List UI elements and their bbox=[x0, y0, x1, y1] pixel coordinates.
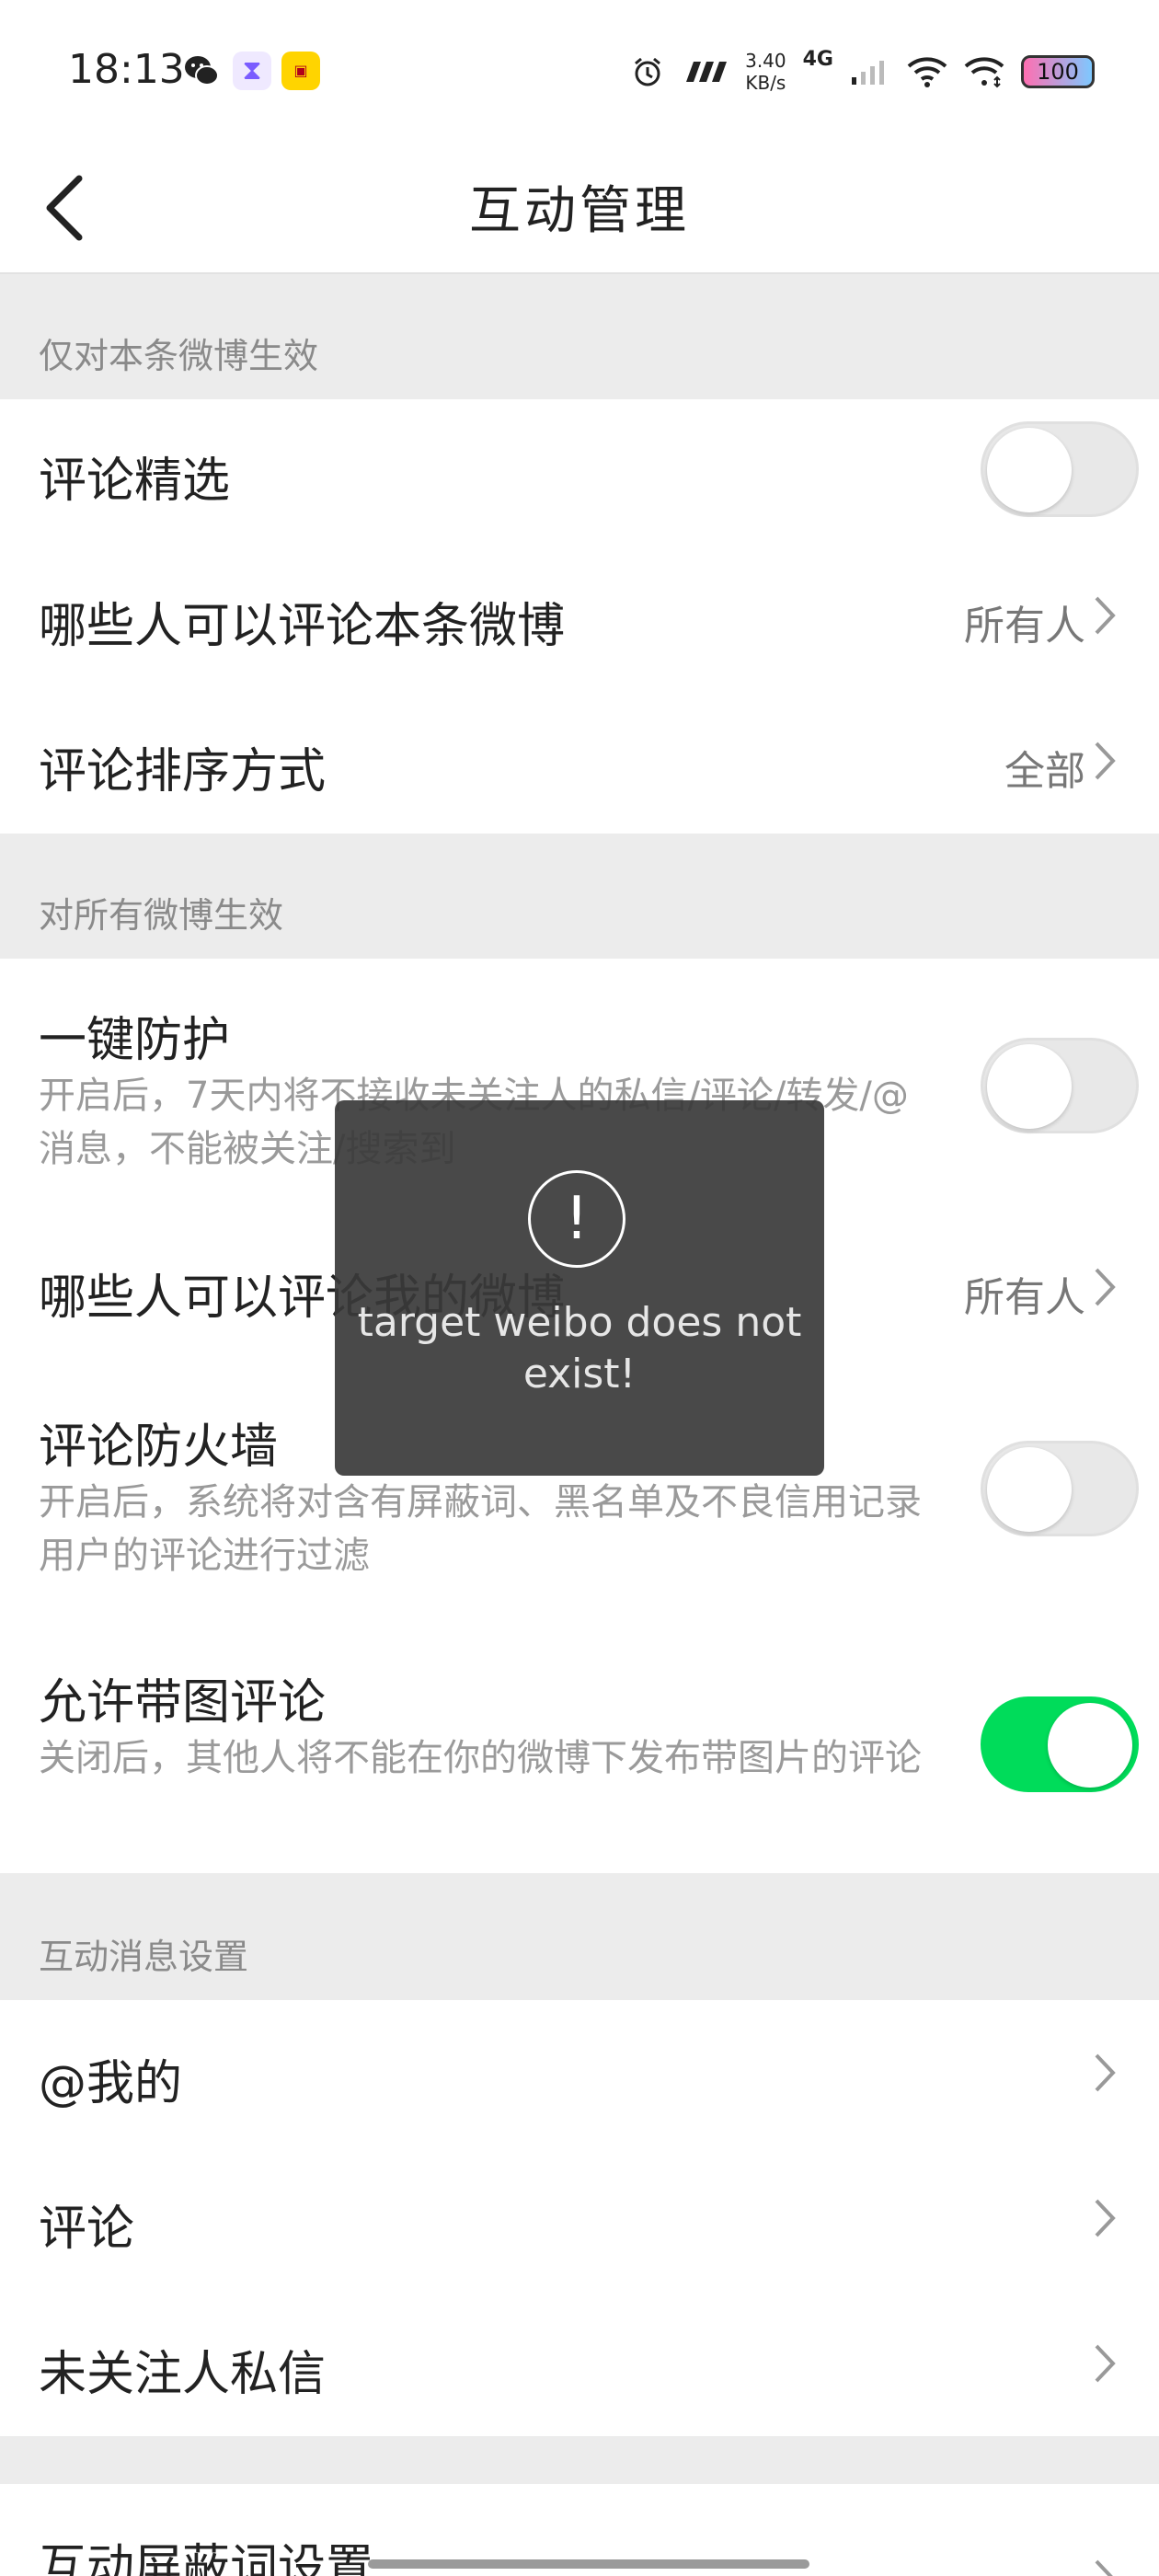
section-label-interaction-msgs: 互动消息设置 bbox=[39, 1937, 249, 1977]
timer-icon: ⧗ bbox=[233, 52, 271, 90]
status-right: 3.40 KB/s 4G 100 bbox=[631, 44, 1095, 99]
row-title: @我的 bbox=[39, 2056, 183, 2111]
ticket-icon: ▣ bbox=[281, 52, 320, 90]
toggle-knob bbox=[987, 1447, 1072, 1532]
chevron-right-icon bbox=[1095, 596, 1116, 635]
status-time: 18:13 bbox=[68, 46, 185, 93]
interaction-management-screen: 18:13 ⧗ ▣ 3.40 KB/s 4G 100 互动管理 仅对本条微博生效… bbox=[0, 0, 1159, 2576]
wifi-2-icon bbox=[964, 57, 1004, 88]
wifi-icon bbox=[907, 57, 947, 87]
row-desc: 关闭后，其他人将不能在你的微博下发布带图片的评论 bbox=[39, 1737, 922, 1779]
chevron-right-icon bbox=[1095, 742, 1116, 780]
carrier-icon bbox=[686, 62, 728, 82]
toggle-knob bbox=[1048, 1703, 1132, 1788]
toast-message: target weibo does not exist! bbox=[357, 1299, 802, 1397]
page-title: 互动管理 bbox=[469, 181, 690, 241]
nav-header: 互动管理 bbox=[0, 138, 1159, 274]
row-allow-image-comment: 允许带图评论 关闭后，其他人将不能在你的微博下发布带图片的评论 bbox=[0, 1617, 1159, 1873]
row-title: 评论排序方式 bbox=[39, 744, 327, 799]
network-speed-unit: KB/s bbox=[745, 72, 786, 94]
row-comments[interactable]: 评论 bbox=[0, 2145, 1159, 2293]
row-who-comment-this[interactable]: 哪些人可以评论本条微博 所有人 bbox=[0, 543, 1159, 690]
exclamation-icon: ! bbox=[528, 1170, 625, 1268]
row-title: 哪些人可以评论本条微博 bbox=[39, 599, 566, 654]
row-desc: 开启后，系统将对含有屏蔽词、黑名单及不良信用记录用户的评论进行过滤 bbox=[39, 1481, 922, 1577]
chevron-right-icon bbox=[1095, 2344, 1116, 2383]
network-type: 4G bbox=[802, 47, 833, 71]
network-speed-value: 3.40 bbox=[745, 50, 786, 72]
row-title: 一键防护 bbox=[39, 1013, 231, 1068]
chevron-right-icon bbox=[1095, 2053, 1116, 2092]
section-label-this-post: 仅对本条微博生效 bbox=[39, 336, 319, 376]
wechat-icon bbox=[182, 52, 221, 90]
row-title: 评论防火墙 bbox=[39, 1420, 279, 1475]
alarm-icon bbox=[635, 57, 661, 86]
battery-icon: 100 bbox=[1021, 55, 1095, 88]
toggle-knob bbox=[987, 428, 1072, 512]
allow-image-comment-toggle[interactable] bbox=[981, 1696, 1139, 1792]
chevron-right-icon bbox=[1095, 2559, 1113, 2576]
network-speed: 3.40 KB/s bbox=[745, 50, 786, 94]
row-comment-sort[interactable]: 评论排序方式 全部 bbox=[0, 688, 1159, 834]
one-key-protect-toggle[interactable] bbox=[981, 1038, 1139, 1133]
row-value: 所有人 bbox=[964, 1274, 1085, 1321]
signal-icon bbox=[852, 61, 884, 85]
toggle-knob bbox=[987, 1044, 1072, 1129]
row-value: 全部 bbox=[1004, 748, 1085, 795]
row-title: 互动屏蔽词设置 bbox=[39, 2540, 374, 2576]
status-bar: 18:13 ⧗ ▣ 3.40 KB/s 4G 100 bbox=[0, 0, 1159, 138]
row-value: 所有人 bbox=[964, 603, 1085, 650]
row-title: 未关注人私信 bbox=[39, 2347, 327, 2402]
row-at-me[interactable]: @我的 bbox=[0, 2000, 1159, 2147]
row-stranger-dm[interactable]: 未关注人私信 bbox=[0, 2291, 1159, 2436]
row-title: 允许带图评论 bbox=[39, 1675, 327, 1731]
chevron-right-icon bbox=[1095, 1268, 1116, 1306]
row-title: 评论 bbox=[39, 2202, 135, 2257]
comment-firewall-toggle[interactable] bbox=[981, 1441, 1139, 1536]
row-title: 评论精选 bbox=[39, 454, 231, 509]
row-comment-select: 评论精选 bbox=[0, 399, 1159, 545]
home-indicator[interactable] bbox=[368, 2559, 809, 2569]
section-label-all-posts: 对所有微博生效 bbox=[39, 895, 284, 936]
chevron-right-icon bbox=[1095, 2199, 1116, 2237]
error-toast: ! target weibo does not exist! bbox=[335, 1100, 824, 1476]
comment-select-toggle[interactable] bbox=[981, 421, 1139, 517]
